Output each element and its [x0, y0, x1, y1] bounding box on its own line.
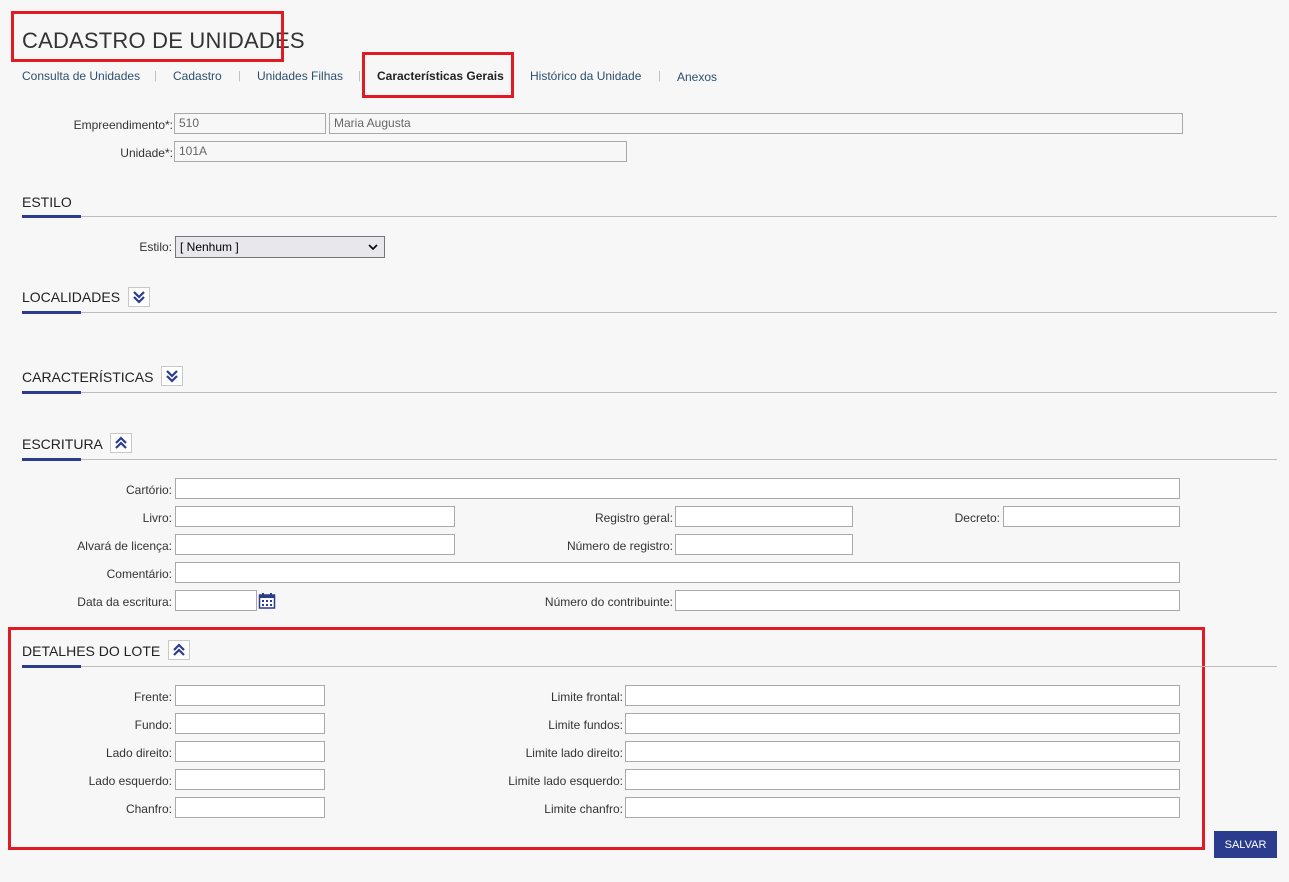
double-chevron-up-icon	[173, 643, 185, 656]
section-title-escritura: ESCRITURA	[22, 436, 103, 452]
tab-historico-unidade[interactable]: Histórico da Unidade	[530, 69, 641, 83]
limite-chanfro-field[interactable]	[625, 797, 1180, 818]
fundo-field[interactable]	[175, 713, 325, 734]
numero-contribuinte-field[interactable]	[675, 590, 1180, 611]
estilo-select-value: [ Nenhum ]	[180, 240, 239, 254]
decreto-field[interactable]	[1003, 506, 1180, 527]
double-chevron-up-icon	[115, 436, 127, 449]
expand-caracteristicas-button[interactable]	[161, 366, 183, 386]
data-escritura-label: Data da escritura:	[77, 595, 172, 609]
section-divider	[22, 312, 1277, 313]
livro-field[interactable]	[175, 506, 455, 527]
section-title-estilo: ESTILO	[22, 194, 72, 210]
alvara-label: Alvará de licença:	[77, 539, 172, 553]
data-escritura-field[interactable]	[175, 590, 257, 611]
section-accent	[22, 458, 81, 461]
chevron-down-icon	[368, 244, 378, 251]
limite-lado-esquerdo-label: Limite lado esquerdo:	[508, 774, 623, 788]
section-divider	[22, 459, 1277, 460]
unidade-field[interactable]: 101A	[174, 141, 627, 162]
tab-separator: |	[358, 70, 361, 82]
section-divider	[22, 392, 1277, 393]
numero-registro-label: Número de registro:	[566, 539, 673, 553]
tab-anexos[interactable]: Anexos	[677, 70, 717, 84]
comentario-field[interactable]	[175, 562, 1180, 583]
section-title-localidades: LOCALIDADES	[22, 289, 121, 305]
numero-registro-field[interactable]	[675, 534, 853, 555]
livro-label: Livro:	[142, 511, 172, 525]
decreto-label: Decreto:	[954, 511, 1000, 525]
chanfro-label: Chanfro:	[125, 802, 172, 816]
highlight-active-tab	[362, 52, 514, 98]
collapse-detalhes-lote-button[interactable]	[168, 640, 190, 660]
collapse-escritura-button[interactable]	[110, 433, 132, 453]
limite-frontal-label: Limite frontal:	[550, 690, 623, 704]
lado-direito-field[interactable]	[175, 741, 325, 762]
tab-cadastro[interactable]: Cadastro	[173, 69, 222, 83]
cartorio-label: Cartório:	[125, 483, 172, 497]
empreendimento-label: Empreendimento*:	[73, 118, 173, 132]
registro-geral-field[interactable]	[675, 506, 853, 527]
lado-esquerdo-field[interactable]	[175, 769, 325, 790]
limite-fundos-label: Limite fundos:	[548, 718, 623, 732]
fundo-label: Fundo:	[134, 718, 172, 732]
alvara-field[interactable]	[175, 534, 455, 555]
calendar-icon[interactable]	[258, 592, 276, 610]
comentario-label: Comentário:	[106, 567, 172, 581]
estilo-select[interactable]: [ Nenhum ]	[175, 236, 385, 258]
limite-frontal-field[interactable]	[625, 685, 1180, 706]
lado-esquerdo-label: Lado esquerdo:	[88, 774, 172, 788]
limite-fundos-field[interactable]	[625, 713, 1180, 734]
empreendimento-name-field[interactable]: Maria Augusta	[329, 113, 1183, 134]
double-chevron-down-icon	[166, 370, 178, 383]
empreendimento-code-field[interactable]: 510	[174, 113, 326, 134]
numero-contribuinte-label: Número do contribuinte:	[544, 595, 673, 609]
registro-geral-label: Registro geral:	[594, 511, 673, 525]
double-chevron-down-icon	[133, 291, 145, 304]
section-divider	[22, 216, 1277, 217]
section-accent	[22, 391, 81, 394]
section-accent	[22, 215, 81, 218]
limite-lado-esquerdo-field[interactable]	[625, 769, 1180, 790]
tab-unidades-filhas[interactable]: Unidades Filhas	[257, 69, 343, 83]
limite-lado-direito-label: Limite lado direito:	[525, 746, 623, 760]
section-divider	[22, 666, 1277, 667]
estilo-label: Estilo:	[139, 240, 172, 254]
section-title-detalhes-lote: DETALHES DO LOTE	[22, 643, 161, 659]
highlight-title	[11, 11, 284, 62]
limite-chanfro-label: Limite chanfro:	[544, 802, 623, 816]
save-button[interactable]: SALVAR	[1214, 831, 1277, 858]
tab-consulta-unidades[interactable]: Consulta de Unidades	[22, 69, 140, 83]
limite-lado-direito-field[interactable]	[625, 741, 1180, 762]
expand-localidades-button[interactable]	[128, 287, 150, 307]
cartorio-field[interactable]	[175, 478, 1180, 499]
unidade-label: Unidade*:	[120, 146, 173, 160]
chanfro-field[interactable]	[175, 797, 325, 818]
frente-field[interactable]	[175, 685, 325, 706]
tab-separator: |	[238, 70, 241, 82]
frente-label: Frente:	[133, 690, 172, 704]
tab-separator: |	[658, 70, 661, 82]
section-accent	[22, 311, 81, 314]
tab-separator: |	[154, 70, 157, 82]
section-title-caracteristicas: CARACTERÍSTICAS	[22, 369, 154, 385]
lado-direito-label: Lado direito:	[105, 746, 172, 760]
section-accent	[22, 665, 81, 668]
